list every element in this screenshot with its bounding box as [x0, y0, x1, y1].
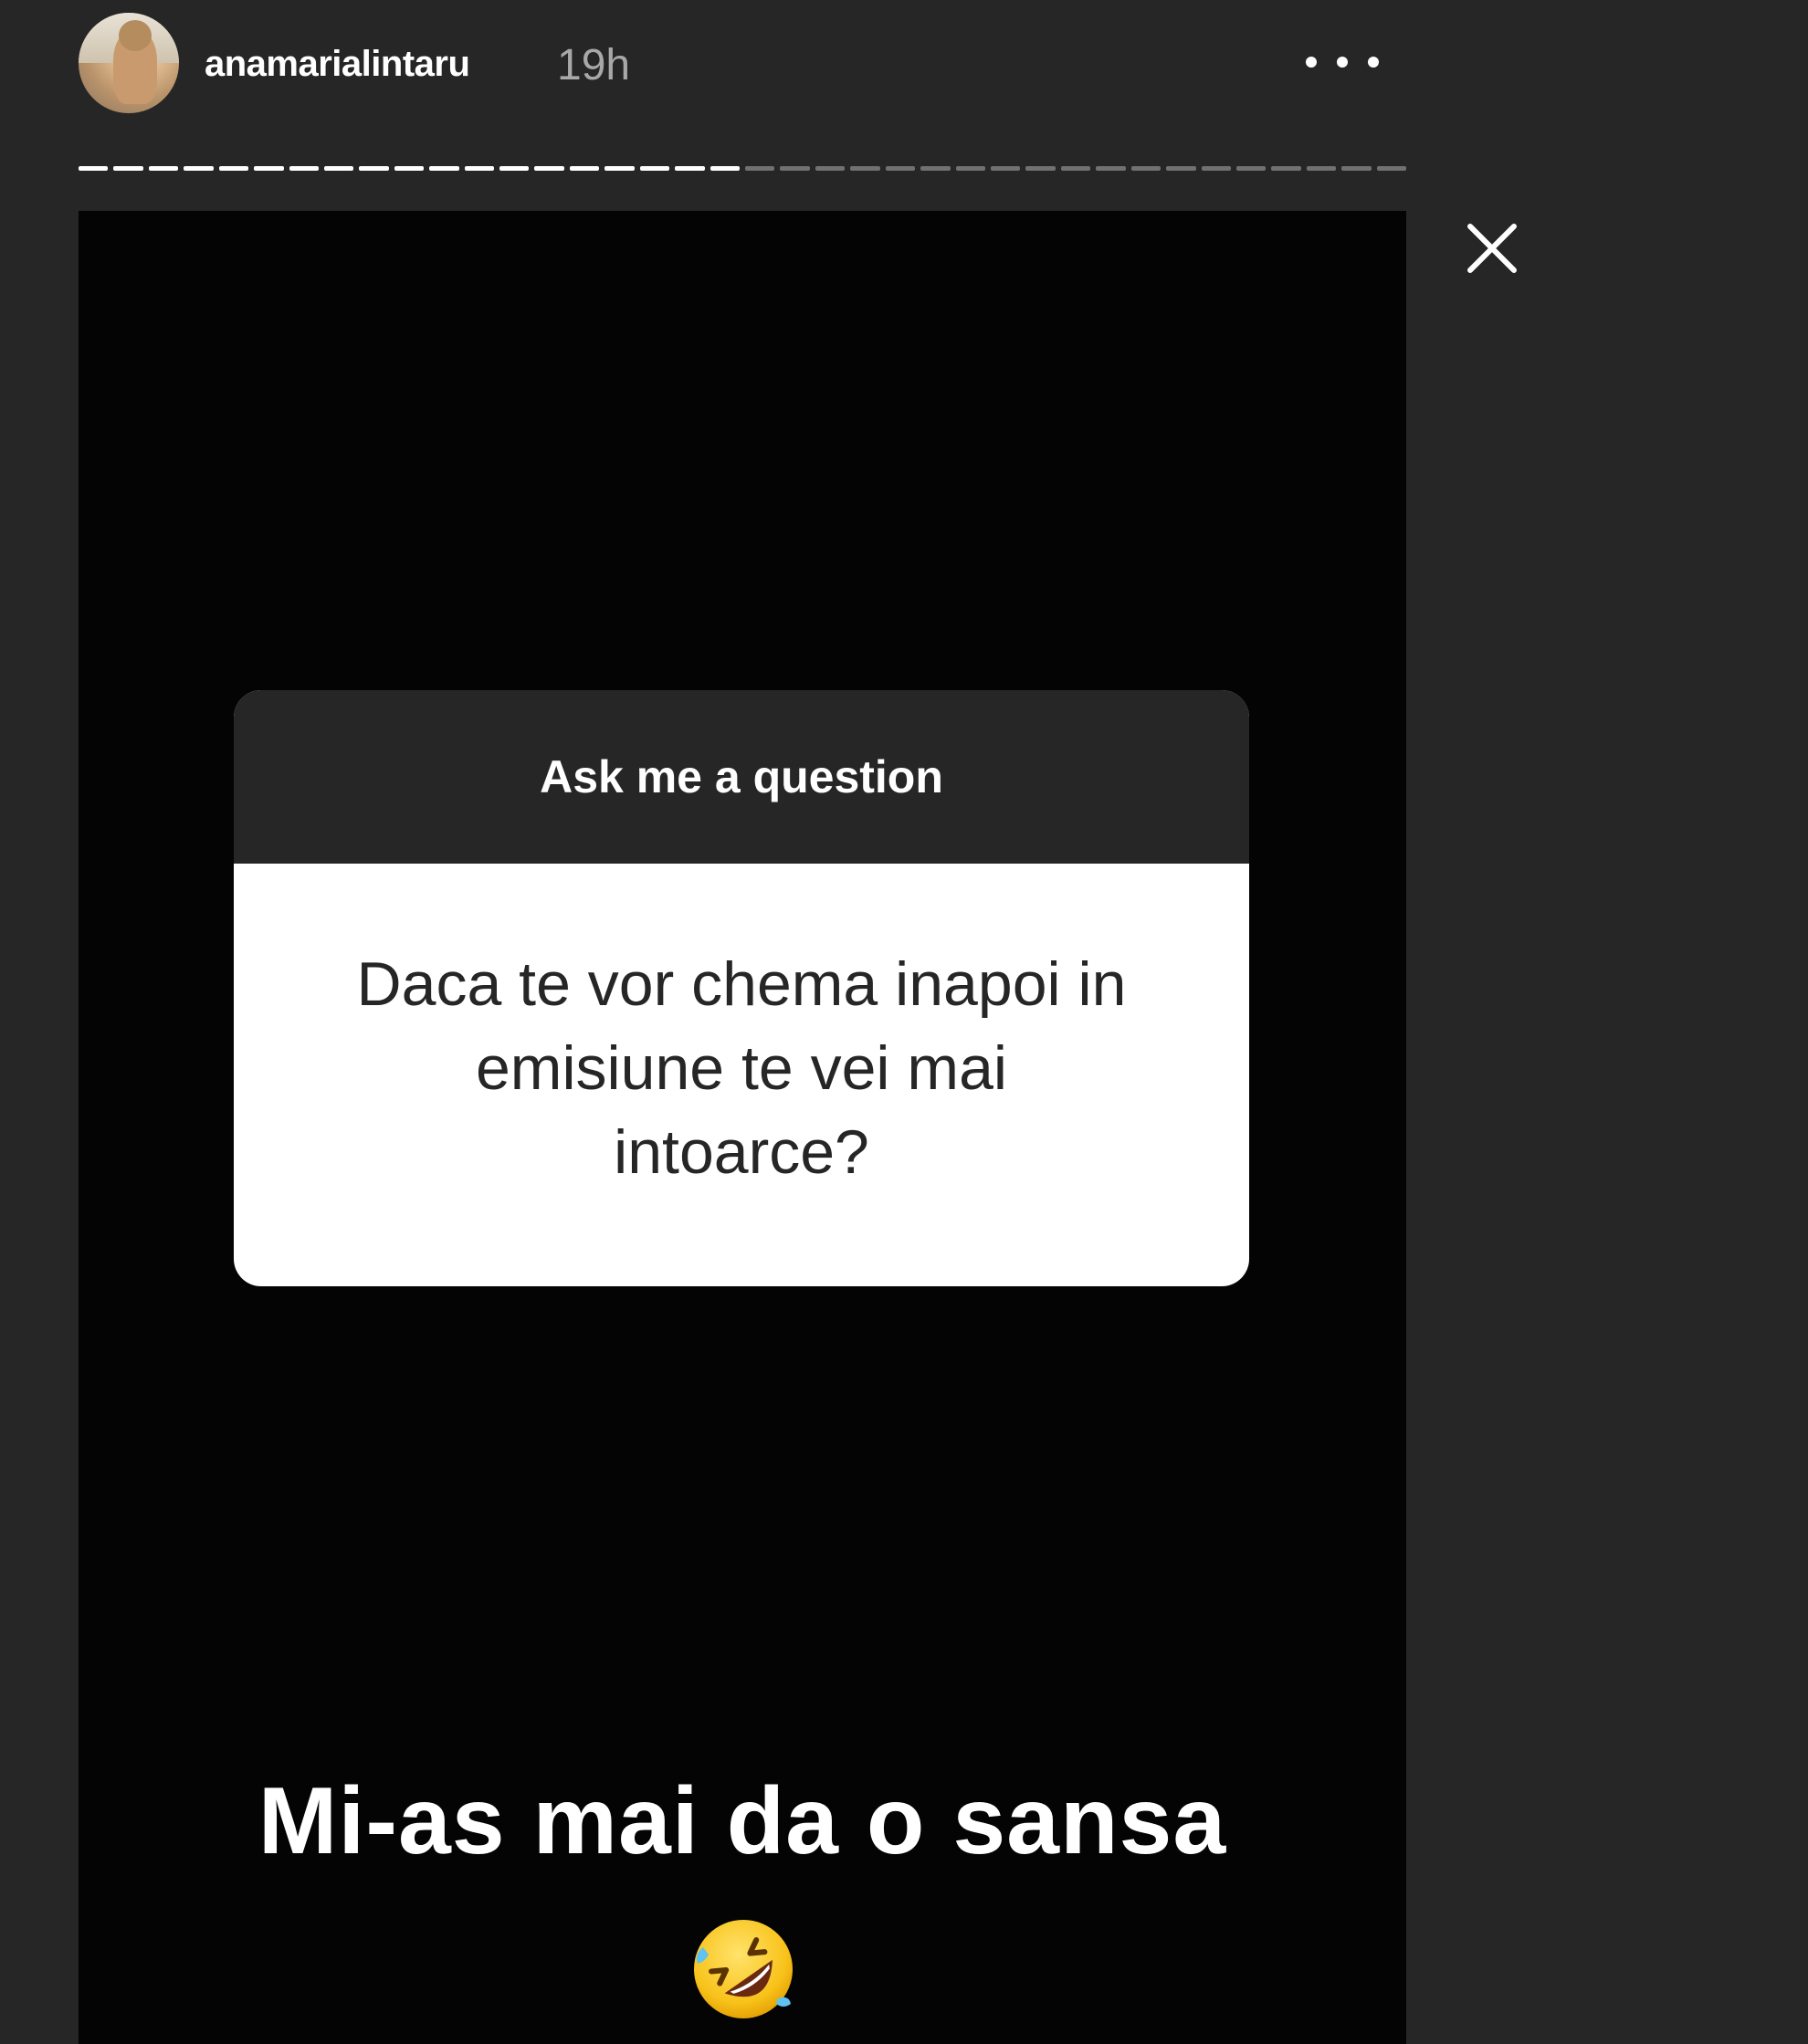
question-line: intoarce? [614, 1117, 869, 1187]
progress-segment [745, 166, 775, 171]
progress-segment [1130, 166, 1162, 171]
progress-segment [1306, 166, 1337, 171]
progress-segment [184, 166, 214, 171]
progress-segment [1235, 166, 1267, 171]
progress-segment [1060, 166, 1091, 171]
progress-segment [604, 166, 635, 171]
question-text: Daca te vor chema inapoi in emisiune te … [234, 942, 1249, 1194]
progress-segment [850, 166, 880, 171]
progress-segment [1341, 166, 1372, 171]
avatar[interactable] [79, 13, 179, 113]
progress-segment [148, 166, 179, 171]
progress-segment [79, 166, 109, 171]
question-line: emisiune te vei mai [475, 1033, 1008, 1103]
timestamp: 19h [557, 41, 631, 89]
progress-segment [394, 166, 425, 171]
username-link[interactable]: anamarialintaru [205, 44, 470, 85]
progress-segment [710, 166, 741, 171]
progress-segment [675, 166, 705, 171]
question-sticker: Ask me a question Daca te vor chema inap… [234, 690, 1249, 1286]
progress-segment [639, 166, 670, 171]
story-progress-bar [79, 166, 1407, 172]
progress-segment [1201, 166, 1231, 171]
question-sticker-header: Ask me a question [234, 690, 1249, 864]
progress-segment [815, 166, 846, 171]
close-button[interactable] [1465, 221, 1519, 276]
progress-segment [1025, 166, 1056, 171]
story-header: anamarialintaru 19h [79, 13, 1406, 113]
progress-segment [254, 166, 284, 171]
progress-segment [569, 166, 600, 171]
progress-segment [1376, 166, 1407, 171]
progress-segment [885, 166, 916, 171]
rolling-on-floor-laughing-emoji [694, 1920, 793, 2018]
progress-segment [920, 166, 951, 171]
progress-segment [464, 166, 495, 171]
story-content[interactable]: Ask me a question Daca te vor chema inap… [79, 211, 1406, 2044]
progress-segment [1271, 166, 1301, 171]
progress-segment [990, 166, 1021, 171]
progress-segment [218, 166, 249, 171]
progress-segment [429, 166, 459, 171]
progress-segment [1166, 166, 1196, 171]
avatar-hair [119, 20, 152, 51]
progress-segment [780, 166, 810, 171]
progress-segment [113, 166, 143, 171]
answer-text: Mi-as mai da o sansa [258, 1768, 1227, 1874]
more-options-button[interactable] [1306, 51, 1379, 73]
progress-segment [359, 166, 389, 171]
progress-segment [1096, 166, 1126, 171]
progress-segment [534, 166, 564, 171]
progress-segment [289, 166, 319, 171]
progress-segment [323, 166, 354, 171]
more-horizontal-icon [1306, 57, 1317, 68]
question-sticker-title: Ask me a question [540, 751, 943, 802]
story-viewer: anamarialintaru 19h Ask me a question Da… [0, 0, 1808, 2044]
close-icon [1467, 224, 1517, 273]
progress-segment [499, 166, 530, 171]
progress-segment [955, 166, 985, 171]
more-horizontal-icon-dot [1368, 57, 1379, 68]
question-line: Daca te vor chema inapoi in [356, 949, 1127, 1019]
more-horizontal-icon-dot [1337, 57, 1348, 68]
